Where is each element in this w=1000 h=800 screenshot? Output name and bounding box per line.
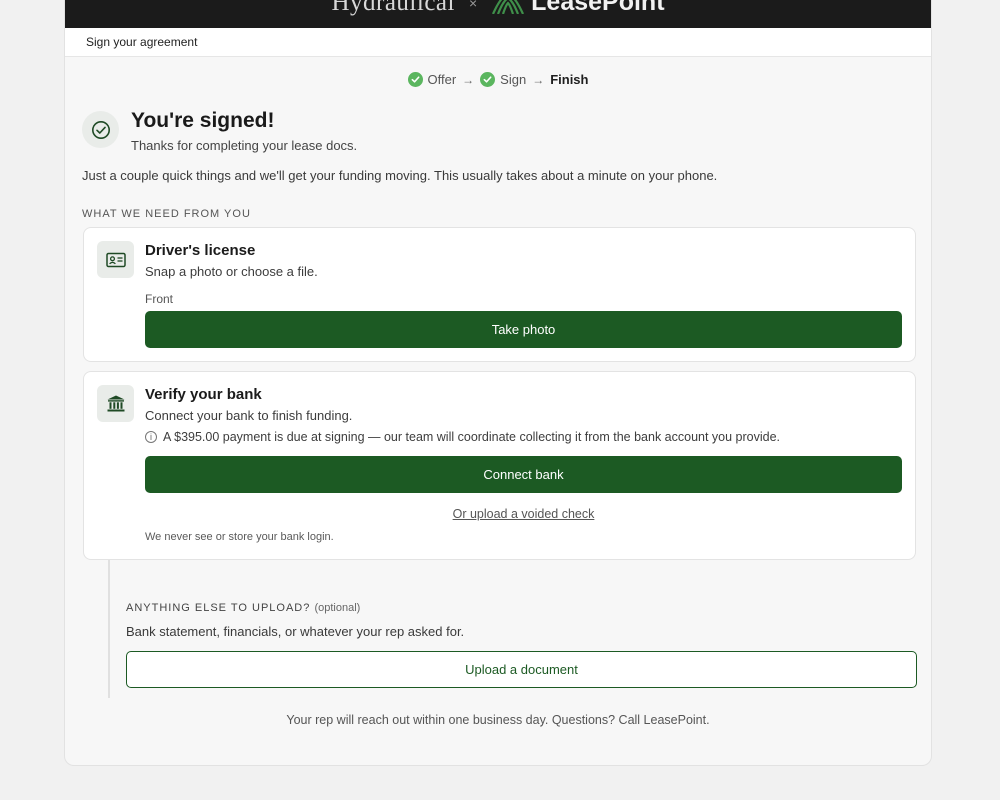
card-title: Verify your bank [145, 386, 262, 403]
drivers-license-card: Driver's license Snap a photo or choose … [83, 227, 916, 362]
footer-note: Your rep will reach out within one busin… [286, 713, 710, 727]
upload-voided-check-link[interactable]: Or upload a voided check [145, 507, 902, 521]
step-label: Sign [500, 72, 527, 87]
optional-upload-description: Bank statement, financials, or whatever … [126, 624, 465, 639]
id-card-icon [97, 241, 134, 278]
card-title: Driver's license [145, 242, 256, 259]
hero-subtitle: Thanks for completing your lease docs. [131, 138, 358, 153]
payment-notice: i A $395.00 payment is due at signing — … [145, 430, 780, 444]
step-sign: Sign [480, 72, 526, 87]
hero-title: You're signed! [131, 109, 275, 132]
brand-separator: × [468, 0, 478, 11]
step-finish: Finish [550, 72, 588, 87]
success-check-icon [82, 111, 119, 148]
progress-stepper: Offer → Sign → Finish [65, 72, 931, 87]
lessor-logo: LeasePoint [491, 0, 665, 17]
card-description: Snap a photo or choose a file. [145, 264, 318, 279]
step-offer: Offer [407, 72, 457, 87]
step-label: Offer [427, 72, 457, 87]
connect-bank-button[interactable]: Connect bank [145, 456, 902, 493]
brand-lockup: Hydraulical × LeasePoint [65, 0, 931, 17]
arrow-right-icon: → [462, 72, 475, 87]
lessor-name: LeasePoint [531, 0, 665, 16]
payment-notice-text: A $395.00 payment is due at signing — ou… [163, 430, 781, 444]
leaf-logo-icon [492, 0, 525, 14]
take-photo-button[interactable]: Take photo [145, 311, 902, 348]
info-icon: i [145, 431, 157, 443]
bank-privacy-note: We never see or store your bank login. [145, 531, 334, 543]
card-description: Connect your bank to finish funding. [145, 408, 353, 423]
arrow-right-icon: → [532, 72, 545, 87]
partner-logo: Hydraulical [331, 0, 455, 16]
optional-upload-heading: ANYTHING ELSE TO UPLOAD? [126, 602, 311, 614]
page-header: Sign your agreement [65, 28, 931, 57]
page-title: Sign your agreement [86, 35, 198, 49]
verify-bank-card: Verify your bank Connect your bank to fi… [83, 371, 916, 560]
check-circle-icon [407, 72, 423, 87]
check-circle-icon [480, 72, 496, 87]
page-frame: Hydraulical × LeasePoint Sign your agree… [64, 0, 932, 766]
upload-document-button[interactable]: Upload a document [126, 651, 917, 688]
section-label: WHAT WE NEED FROM YOU [82, 208, 251, 220]
optional-upload-title: ANYTHING ELSE TO UPLOAD? (optional) [126, 602, 360, 614]
bank-icon [97, 385, 134, 422]
step-label: Finish [550, 72, 589, 87]
brand-bar: Hydraulical × LeasePoint [65, 0, 931, 28]
license-front-label: Front [145, 292, 174, 306]
optional-tag: (optional) [314, 602, 361, 614]
optional-upload-section: ANYTHING ELSE TO UPLOAD? (optional) Bank… [108, 560, 917, 698]
intro-text: Just a couple quick things and we'll get… [82, 168, 718, 183]
